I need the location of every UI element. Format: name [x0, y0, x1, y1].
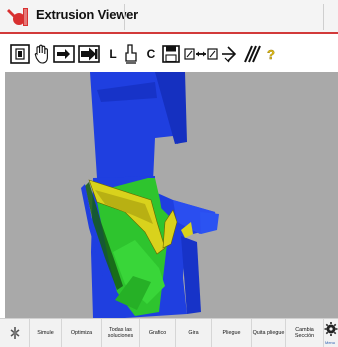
hand-pan-icon: [34, 44, 48, 64]
arrow-into-box-icon: [53, 45, 75, 63]
menu-label: Menu: [325, 340, 336, 345]
l-profile-button[interactable]: L: [108, 44, 118, 64]
arrow-into-box-button[interactable]: [53, 44, 75, 64]
extrusion-3d-render: [81, 72, 219, 318]
quita-pliegue-label: Quita pliegue: [252, 329, 285, 336]
simule-label: Simule: [37, 329, 54, 336]
title-divider: [124, 4, 125, 30]
l-profile-label: L: [109, 47, 117, 61]
person-section-button[interactable]: [124, 44, 138, 64]
quita-pliegue-button[interactable]: Quita pliegue: [252, 319, 286, 347]
optimiza-label: Optimiza: [70, 329, 93, 336]
help-question-icon: ?: [267, 46, 275, 62]
menu-gear-icon: [324, 322, 338, 336]
toolbar: L C ?: [0, 36, 338, 72]
grafico-button[interactable]: Grafico: [140, 319, 176, 347]
save-disk-icon: [162, 45, 180, 63]
arrow-right-step-button[interactable]: [221, 44, 239, 64]
app-logo-icon: [7, 8, 28, 26]
c-profile-button[interactable]: C: [146, 44, 156, 64]
gira-button[interactable]: Gira: [176, 319, 212, 347]
menu-button[interactable]: Menu: [324, 319, 338, 347]
hand-pan-button[interactable]: [34, 44, 50, 64]
gear-bolt-icon: [10, 327, 19, 339]
swap-sections-button[interactable]: [184, 44, 218, 64]
simule-button[interactable]: Simule: [30, 319, 62, 347]
window-title: Extrusion Viewer: [36, 7, 139, 22]
settings-button[interactable]: [0, 319, 30, 347]
cambia-seccion-button[interactable]: Cambia Sección: [286, 319, 324, 347]
parallel-lines-button[interactable]: [243, 44, 261, 64]
gira-label: Gira: [188, 329, 199, 336]
title-bar: Extrusion Viewer: [0, 0, 338, 34]
die-bottom-tab: [200, 212, 219, 234]
parallel-lines-icon: [244, 45, 261, 63]
title-divider-right: [323, 4, 324, 30]
pliegue-button[interactable]: Pliegue: [212, 319, 252, 347]
swap-sections-icon: [184, 48, 218, 60]
view-profile-icon: [10, 44, 30, 64]
todas-las-soluciones-button[interactable]: Todas las soluciones: [102, 319, 140, 347]
c-profile-label: C: [146, 47, 156, 61]
person-section-icon: [125, 44, 137, 64]
help-button[interactable]: ?: [265, 44, 277, 64]
optimiza-button[interactable]: Optimiza: [62, 319, 102, 347]
arrow-into-box-bold-icon: [78, 45, 100, 63]
arrow-into-box-bold-button[interactable]: [78, 44, 100, 64]
arrow-right-step-icon: [222, 46, 237, 63]
todas-las-soluciones-label: Todas las soluciones: [107, 326, 134, 339]
view-profile-button[interactable]: [10, 44, 30, 64]
extrusion-viewport[interactable]: [5, 72, 338, 318]
grafico-label: Grafico: [148, 329, 167, 336]
save-button[interactable]: [162, 44, 180, 64]
cambia-seccion-label: Cambia Sección: [294, 326, 315, 339]
pliegue-label: Pliegue: [222, 329, 241, 336]
bottom-action-bar: Simule Optimiza Todas las soluciones Gra…: [0, 318, 338, 347]
